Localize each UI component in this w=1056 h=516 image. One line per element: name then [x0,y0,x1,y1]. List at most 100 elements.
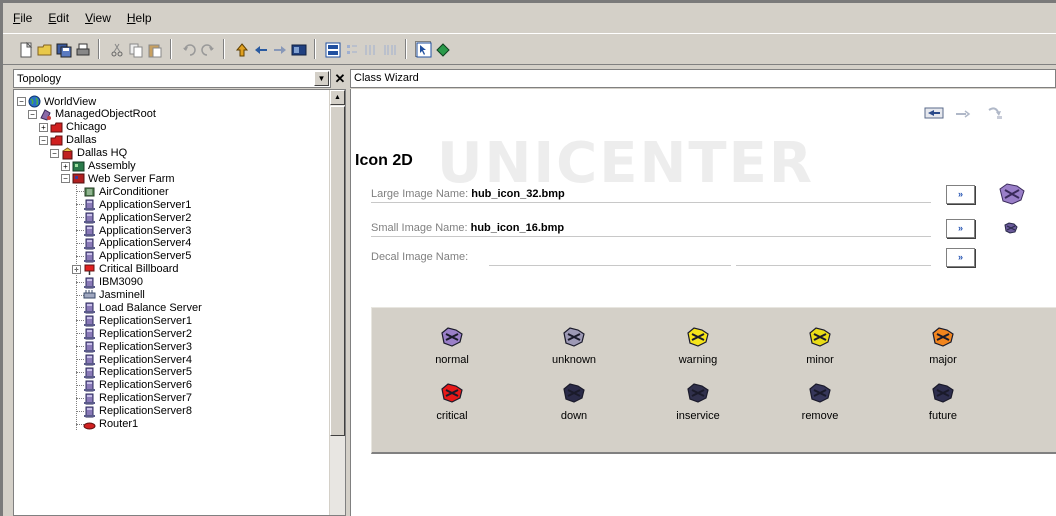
tree-expand-icon[interactable]: + [61,161,70,171]
menu-view[interactable]: View [85,11,111,25]
tree-node[interactable]: Critical Billboard [83,263,178,276]
combo-dropdown-icon[interactable]: ▼ [314,71,329,86]
state-label: major [929,354,957,366]
topology-combo[interactable]: Topology ▼ [13,69,331,88]
tree-node[interactable]: ReplicationServer3 [83,340,192,353]
diamond-icon[interactable] [434,41,450,57]
large-image-browse-button[interactable]: » [946,185,975,204]
menu-edit[interactable]: Edit [48,11,69,25]
state-inservice[interactable]: inservice [648,382,748,422]
state-remove[interactable]: remove [770,382,870,422]
state-warning[interactable]: warning [648,326,748,366]
cut-icon[interactable] [108,41,124,57]
tree-node[interactable]: IBM3090 [83,276,143,289]
tree-collapse-icon[interactable]: − [39,135,48,145]
state-down[interactable]: down [524,382,624,422]
state-label: remove [801,410,839,422]
tree-node[interactable]: ReplicationServer4 [83,353,192,366]
topology-combo-value: Topology [17,72,62,85]
tree-node[interactable]: Assembly [72,160,136,173]
small-image-value[interactable]: hub_icon_16.bmp [471,222,565,234]
tree-node[interactable]: ReplicationServer1 [83,314,192,327]
tree-node-label: IBM3090 [99,276,144,289]
state-critical[interactable]: critical [402,382,502,422]
server-icon [83,353,96,366]
list-view-icon[interactable] [362,41,378,57]
tree-node[interactable]: ReplicationServer6 [83,379,192,392]
server-icon [83,198,96,211]
server-icon [83,405,96,418]
state-label: critical [436,410,468,422]
decal-image-underline-2 [736,265,931,266]
paste-icon[interactable] [146,41,162,58]
finish-icon[interactable] [983,104,1005,122]
tree-scrollbar[interactable]: ▲ [329,90,345,515]
scroll-up-icon[interactable]: ▲ [330,90,345,105]
details-view-icon[interactable] [381,41,397,57]
tree-node[interactable]: Dallas [50,134,97,147]
tree-expand-icon[interactable]: + [39,122,48,132]
state-unknown[interactable]: unknown [524,326,624,366]
tree-node[interactable]: Chicago [50,121,106,134]
tree-collapse-icon[interactable]: − [28,109,37,119]
copy-icon[interactable] [127,41,143,58]
large-icons-view-icon[interactable] [324,41,341,58]
tree-node[interactable]: WorldView [28,95,96,108]
tree-collapse-icon[interactable]: − [61,174,70,184]
tree-node[interactable]: ApplicationServer2 [83,211,191,224]
hub-icon [932,383,954,403]
back-arrow-icon[interactable] [252,41,268,57]
up-arrow-icon[interactable] [233,41,249,57]
state-future[interactable]: future [893,382,993,422]
tree-collapse-icon[interactable]: − [17,97,26,106]
tree-node[interactable]: Web Server Farm [72,172,175,185]
explorer-icon[interactable] [290,41,307,57]
tree-node[interactable]: ManagedObjectRoot [39,108,156,121]
tree-node[interactable]: ReplicationServer2 [83,327,192,340]
tree-node[interactable]: Load Balance Server [83,301,202,314]
close-pane-icon[interactable]: ✕ [334,70,346,87]
tree-node[interactable]: Router1 [83,418,138,431]
tree-node[interactable]: ReplicationServer5 [83,366,192,379]
small-image-browse-button[interactable]: » [946,219,975,238]
undo-icon[interactable] [180,41,196,57]
topology-tree[interactable]: ▲ − WorldView − ManagedObjectRoot + Chicago − D… [13,89,346,516]
tree-node[interactable]: ApplicationServer4 [83,237,191,250]
decal-image-browse-button[interactable]: » [946,248,975,267]
state-minor[interactable]: minor [770,326,870,366]
tree-node[interactable]: ReplicationServer8 [83,405,192,418]
toolbar-separator [223,39,225,59]
redo-icon[interactable] [199,41,215,57]
back-icon[interactable] [923,104,945,122]
print-icon[interactable] [74,41,90,57]
scrollbar-thumb[interactable] [330,106,345,436]
tree-node[interactable]: Dallas HQ [61,146,127,160]
tree-node[interactable]: ApplicationServer1 [83,198,191,211]
decal-image-field: Decal Image Name: [371,249,468,265]
tree-collapse-icon[interactable]: − [50,148,59,158]
menu-help[interactable]: Help [127,11,152,25]
tree-node-label: Jasminell [99,289,145,301]
small-image-label: Small Image Name: [371,222,468,234]
tree-node[interactable]: AirConditioner [83,185,169,198]
state-normal[interactable]: normal [402,326,502,366]
new-icon[interactable] [17,41,33,58]
tree-node[interactable]: ReplicationServer7 [83,392,192,405]
open-icon[interactable] [36,41,52,57]
tree-node[interactable]: ApplicationServer3 [83,224,191,237]
selector-icon[interactable] [415,41,432,58]
tree-node[interactable]: Jasminell [83,289,145,302]
next-icon[interactable] [952,104,974,122]
hub-icon [932,327,954,347]
save-all-icon[interactable] [55,41,72,58]
red-folder-icon [50,134,63,147]
state-label: normal [435,354,469,366]
hub-icon [687,327,709,347]
state-major[interactable]: major [893,326,993,366]
large-image-value[interactable]: hub_icon_32.bmp [471,188,565,200]
menu-file[interactable]: File [13,11,32,25]
state-label: warning [678,354,718,366]
forward-arrow-icon[interactable] [271,41,287,57]
small-icons-view-icon[interactable] [343,41,359,57]
tree-node[interactable]: ApplicationServer5 [83,250,191,263]
